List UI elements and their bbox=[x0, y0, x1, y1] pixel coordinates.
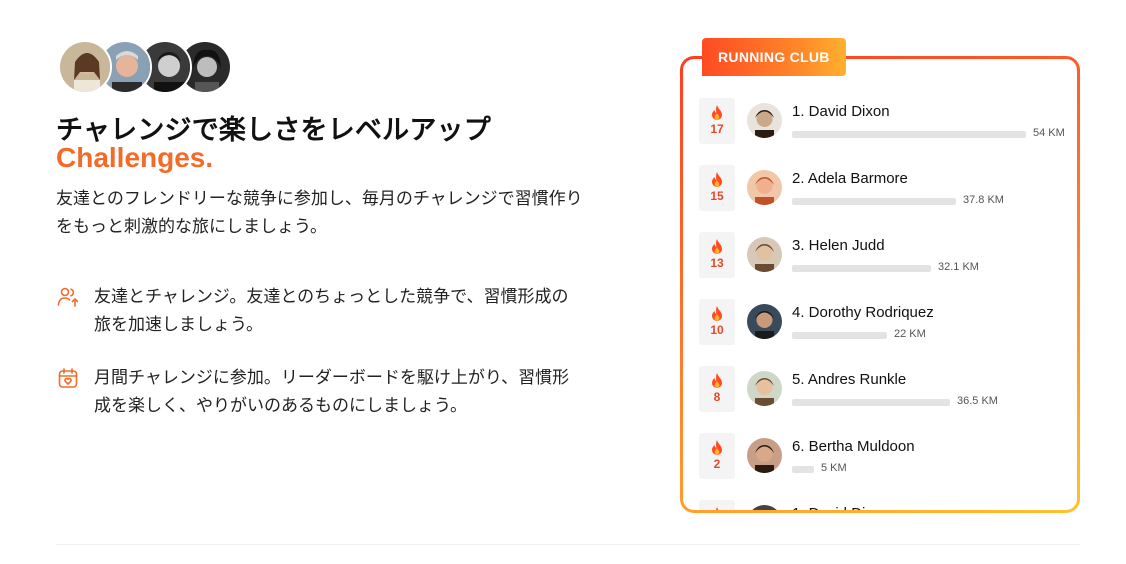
leaderboard-row[interactable]: 10 4. Dorothy Rodriquez 22 KM bbox=[699, 299, 1071, 347]
flame-icon bbox=[712, 172, 722, 187]
page-description: 友達とのフレンドリーな競争に参加し、毎月のチャレンジで習慣作りをもっと刺激的な旅… bbox=[56, 189, 583, 237]
streak-count: 8 bbox=[713, 390, 721, 404]
feature-text: 月間チャレンジに参加。リーダーボードを駆け上がり、習慣形成を楽しく、やりがいのあ… bbox=[94, 368, 570, 416]
flame-icon bbox=[712, 105, 722, 120]
page-subtitle: Challenges. bbox=[56, 142, 214, 173]
leaderboard-list: 17 1. David Dixon 54 KM 15 2. Adela Barmore 3… bbox=[683, 59, 1077, 510]
feature-text: 友達とチャレンジ。友達とのちょっとした競争で、習慣形成の旅を加速しましょう。 bbox=[94, 287, 569, 335]
avatar bbox=[747, 237, 782, 272]
avatar bbox=[747, 371, 782, 406]
distance-bar bbox=[792, 131, 1026, 138]
leaderboard-row[interactable]: 8 5. Andres Runkle 36.5 KM bbox=[699, 366, 1071, 414]
distance-label: 37.8 KM bbox=[963, 194, 1004, 206]
users-up-icon bbox=[56, 285, 80, 309]
club-tag: RUNNING CLUB bbox=[702, 38, 846, 76]
avatar bbox=[58, 40, 112, 94]
streak-badge: 17 bbox=[699, 98, 735, 144]
distance-bar bbox=[792, 399, 950, 406]
leaderboard-row[interactable]: 15 2. Adela Barmore 37.8 KM bbox=[699, 165, 1071, 213]
streak-badge: 8 bbox=[699, 366, 735, 412]
avatar bbox=[747, 438, 782, 473]
distance-bar bbox=[792, 265, 931, 272]
streak-count: 17 bbox=[710, 122, 724, 136]
distance-label: 36.5 KM bbox=[957, 395, 998, 407]
streak-badge: 10 bbox=[699, 299, 735, 345]
streak-badge: 13 bbox=[699, 232, 735, 278]
runner-name: 1. David Dixon bbox=[792, 505, 890, 510]
flame-icon bbox=[712, 239, 722, 254]
runner-name: 1. David Dixon bbox=[792, 103, 890, 120]
distance-label: 54 KM bbox=[1033, 127, 1065, 139]
leaderboard-row[interactable]: 1. David Dixon bbox=[699, 500, 1071, 510]
distance-bar bbox=[792, 198, 956, 205]
distance-bar bbox=[792, 332, 887, 339]
leaderboard-row[interactable]: 2 6. Bertha Muldoon 5 KM bbox=[699, 433, 1071, 481]
avatar bbox=[747, 103, 782, 138]
divider bbox=[56, 544, 1080, 545]
distance-bar bbox=[792, 466, 814, 473]
runner-name: 3. Helen Judd bbox=[792, 237, 885, 254]
leaderboard-row[interactable]: 13 3. Helen Judd 32.1 KM bbox=[699, 232, 1071, 280]
runner-name: 2. Adela Barmore bbox=[792, 170, 908, 187]
distance-label: 22 KM bbox=[894, 328, 926, 340]
flame-icon bbox=[712, 306, 722, 321]
streak-count: 2 bbox=[713, 457, 721, 471]
streak-badge: 2 bbox=[699, 433, 735, 479]
flame-icon bbox=[712, 373, 722, 388]
avatar-stack bbox=[58, 40, 238, 94]
flame-icon bbox=[716, 507, 719, 510]
avatar bbox=[747, 170, 782, 205]
runner-name: 4. Dorothy Rodriquez bbox=[792, 304, 934, 321]
feature-item-friends: 友達とチャレンジ。友達とのちょっとした競争で、習慣形成の旅を加速しましょう。 bbox=[56, 283, 576, 339]
streak-count: 10 bbox=[710, 323, 724, 337]
runner-name: 5. Andres Runkle bbox=[792, 371, 907, 388]
calendar-heart-icon bbox=[56, 366, 80, 390]
leaderboard-row[interactable]: 17 1. David Dixon 54 KM bbox=[699, 98, 1071, 146]
distance-label: 32.1 KM bbox=[938, 261, 979, 273]
runner-name: 6. Bertha Muldoon bbox=[792, 438, 915, 455]
flame-icon bbox=[712, 440, 722, 455]
streak-badge: 15 bbox=[699, 165, 735, 211]
leaderboard-card: 17 1. David Dixon 54 KM 15 2. Adela Barmore 3… bbox=[680, 56, 1080, 513]
feature-item-monthly: 月間チャレンジに参加。リーダーボードを駆け上がり、習慣形成を楽しく、やりがいのあ… bbox=[56, 364, 576, 420]
streak-badge bbox=[699, 500, 735, 510]
avatar bbox=[747, 304, 782, 339]
streak-count: 15 bbox=[710, 189, 724, 203]
distance-label: 5 KM bbox=[821, 462, 847, 474]
streak-count: 13 bbox=[710, 256, 724, 270]
avatar bbox=[747, 505, 782, 510]
